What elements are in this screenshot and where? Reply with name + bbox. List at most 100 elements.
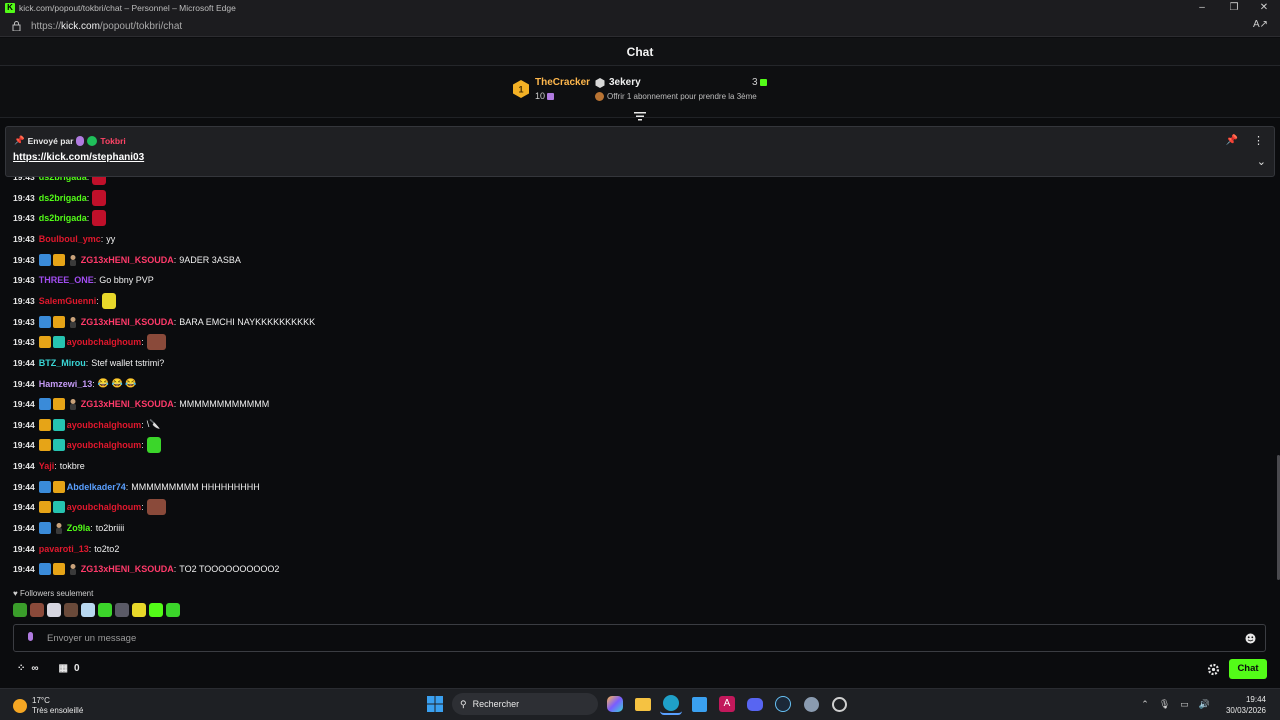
close-button[interactable]: ✕ [1248, 0, 1280, 16]
microphone-icon[interactable]: 🎙 [1159, 699, 1170, 710]
emote-icon[interactable] [146, 437, 161, 454]
infinity-icon[interactable]: ∞ [31, 663, 38, 674]
message-text: Go bbny PVP [99, 275, 154, 286]
copilot-icon[interactable] [604, 693, 626, 715]
message-username[interactable]: ds2brigada [39, 177, 87, 182]
message-separator: : [173, 254, 177, 265]
message-username[interactable]: ayoubchalghoum [67, 440, 142, 450]
store-app-icon[interactable] [688, 693, 710, 715]
sub-badge-icon [38, 563, 51, 576]
more-options-icon[interactable]: ⋮ [1253, 134, 1264, 147]
weather-widget[interactable]: 17°C Très ensoleillé [13, 696, 83, 716]
message-input[interactable]: Envoyer un message [13, 624, 1266, 652]
message-time: 19:43 [13, 275, 35, 286]
quick-emote-icon[interactable] [115, 603, 129, 617]
collapse-icon[interactable] [634, 111, 646, 121]
quick-emote-icon[interactable] [47, 603, 61, 617]
top-gifter-name[interactable]: TheCracker [535, 77, 590, 88]
chat-messages[interactable]: 19:43 ds2brigada: 19:43 ds2brigada: 19:43 ds2… [0, 177, 1276, 585]
message-username[interactable]: ZG13xHENI_KSOUDA [81, 399, 174, 409]
message-username[interactable]: Abdelkader74 [67, 482, 126, 492]
discord-icon[interactable] [744, 693, 766, 715]
network-icon[interactable]: ▭ [1180, 699, 1189, 710]
second-gifter-name[interactable]: 3ekery [609, 77, 641, 88]
message-username[interactable]: ds2brigada [39, 193, 87, 203]
emote-icon[interactable] [92, 177, 107, 185]
emote-icon[interactable] [92, 189, 107, 206]
quick-emote-icon[interactable] [81, 603, 95, 617]
store-icon[interactable]: ▦ [59, 663, 68, 674]
quick-emote-icon[interactable] [132, 603, 146, 617]
message-username[interactable]: ayoubchalghoum [67, 420, 142, 430]
quick-emote-icon[interactable] [30, 603, 44, 617]
message-time: 19:43 [13, 233, 35, 244]
users-icon[interactable]: ⁘ [17, 663, 25, 674]
unpin-icon[interactable]: 📌 [1226, 135, 1238, 146]
message-time: 19:44 [13, 461, 35, 472]
app-icon[interactable] [828, 693, 850, 715]
taskbar-apps: ⚲ Rechercher A [424, 693, 850, 715]
read-aloud-icon[interactable]: A↗ [1253, 19, 1268, 30]
settings-gear-icon[interactable] [1207, 663, 1220, 676]
og-badge-icon [53, 522, 65, 535]
quick-emote-icon[interactable] [64, 603, 78, 617]
message-text: 9ADER 3ASBA [179, 254, 241, 265]
address-bar[interactable]: https://kick.com/popout/tokbri/chat A↗ [0, 16, 1280, 37]
affinity-icon[interactable]: A [716, 693, 738, 715]
message-username[interactable]: BTZ_Mirou [39, 358, 86, 368]
og-badge-icon [67, 563, 79, 576]
message-username[interactable]: Yaji [39, 461, 55, 471]
message-username[interactable]: THREE_ONE [39, 275, 94, 285]
emote-icon[interactable] [146, 499, 166, 516]
quick-emote-icon[interactable] [166, 603, 180, 617]
message-username[interactable]: ZG13xHENI_KSOUDA [81, 317, 174, 327]
minimize-button[interactable]: – [1186, 0, 1218, 16]
pinned-message: 📌 Envoyé par Tokbri https://kick.com/ste… [5, 126, 1275, 177]
emote-icon[interactable] [101, 292, 116, 309]
send-chat-button[interactable]: Chat [1229, 659, 1267, 679]
emote-icon[interactable] [146, 334, 166, 351]
taskbar-search[interactable]: ⚲ Rechercher [452, 693, 598, 715]
restore-button[interactable]: ❐ [1218, 0, 1250, 16]
message-username[interactable]: Boulboul_ymc [39, 234, 101, 244]
message-username[interactable]: Zo9la [67, 523, 91, 533]
chat-message: 19:44 Yaji: tokbre [13, 457, 85, 475]
sun-icon [13, 699, 27, 713]
message-time: 19:43 [13, 337, 35, 348]
gift-offer[interactable]: Offrir 1 abonnement pour prendre la 3ème [595, 92, 757, 102]
volume-icon[interactable]: 🔊 [1199, 699, 1210, 710]
lock-icon[interactable] [12, 21, 21, 31]
message-username[interactable]: ZG13xHENI_KSOUDA [81, 564, 174, 574]
pinned-sender[interactable]: Tokbri [100, 136, 125, 146]
emote-icon[interactable] [92, 210, 107, 227]
sub-badge-icon [38, 480, 51, 493]
quick-emote-icon[interactable] [98, 603, 112, 617]
message-username[interactable]: ayoubchalghoum [67, 337, 142, 347]
steam-icon[interactable] [772, 693, 794, 715]
points-count: 0 [73, 663, 80, 674]
quick-emote-icon[interactable] [149, 603, 163, 617]
message-username[interactable]: pavaroti_13 [39, 544, 89, 554]
edge-icon[interactable] [660, 693, 682, 715]
emoji-picker-icon[interactable] [1245, 633, 1256, 644]
quick-emote-icon[interactable] [13, 603, 27, 617]
message-username[interactable]: ds2brigada [39, 213, 87, 223]
message-username[interactable]: ZG13xHENI_KSOUDA [81, 255, 174, 265]
taskbar-clock[interactable]: 19:44 30/03/2026 [1226, 694, 1266, 716]
expand-chevron-icon[interactable]: ⌄ [1257, 155, 1266, 168]
windows-start-icon[interactable] [424, 693, 446, 715]
chevron-up-icon[interactable]: ⌃ [1141, 699, 1149, 710]
crown-badge-icon [38, 439, 51, 452]
message-username[interactable]: Hamzewi_13 [39, 379, 93, 389]
gift-icon [547, 93, 555, 101]
message-username[interactable]: ayoubchalghoum [67, 502, 142, 512]
file-explorer-icon[interactable] [632, 693, 654, 715]
settings-icon[interactable] [800, 693, 822, 715]
chat-bottom-left: ⁘ ∞ ▦ 0 [17, 663, 80, 674]
og-badge-icon [67, 254, 79, 266]
message-username[interactable]: SalemGuenni [39, 296, 97, 306]
pinned-link[interactable]: https://kick.com/stephani03 [13, 152, 144, 163]
gifter-badge-icon [52, 501, 65, 514]
crown-badge-icon [52, 480, 65, 493]
message-separator: : [86, 177, 90, 182]
